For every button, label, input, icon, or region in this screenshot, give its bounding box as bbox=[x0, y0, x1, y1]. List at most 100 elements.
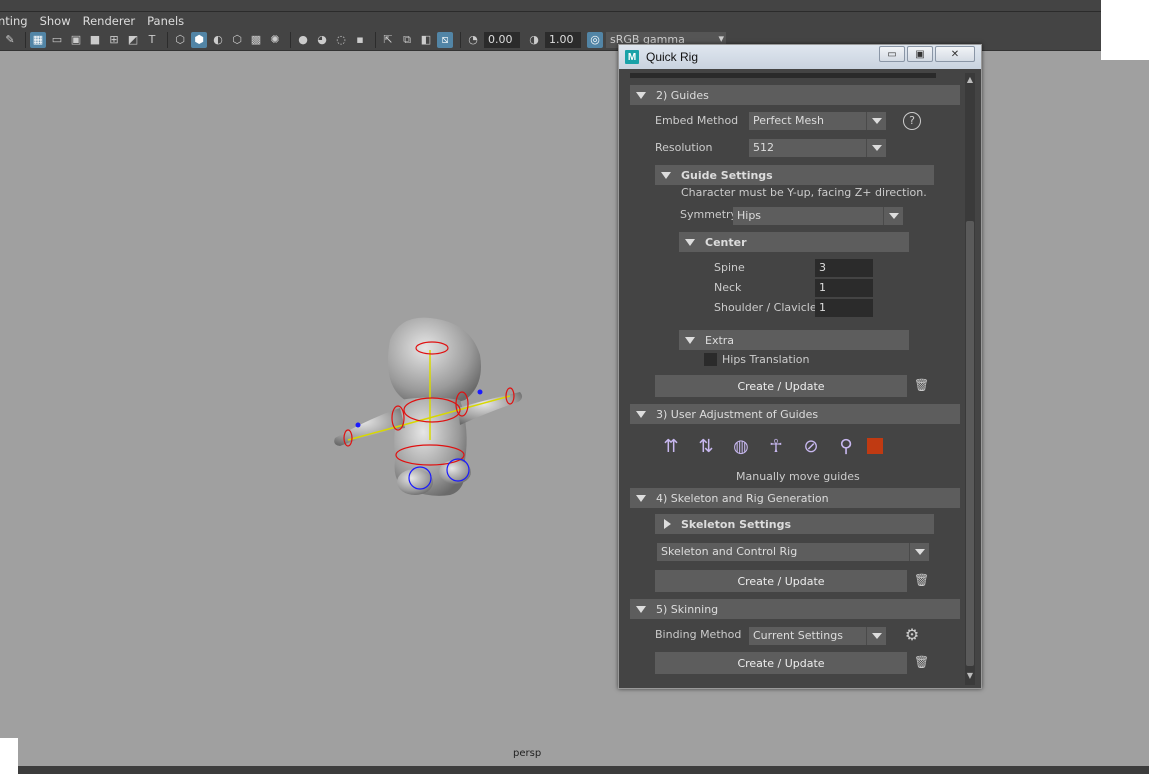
anti-aliasing-icon[interactable]: ▪ bbox=[352, 32, 368, 48]
viewport-bottom-border bbox=[18, 766, 1149, 774]
menu-lighting[interactable]: nting bbox=[0, 14, 36, 28]
maximize-button[interactable]: ▣ bbox=[907, 46, 933, 62]
expanded-triangle-icon bbox=[636, 605, 646, 613]
expanded-triangle-icon bbox=[685, 336, 695, 344]
minimize-button[interactable]: ▭ bbox=[879, 46, 905, 62]
exposure-icon[interactable]: ◔ bbox=[465, 32, 481, 48]
shoulder-count-field[interactable]: 1 bbox=[815, 299, 873, 317]
neck-label: Neck bbox=[714, 281, 742, 294]
window-titlebar[interactable]: M Quick Rig ▭ ▣ ✕ bbox=[619, 45, 981, 69]
select-guides-icon[interactable]: ⇈ bbox=[657, 433, 685, 459]
textured-icon[interactable]: ⬡ bbox=[229, 32, 245, 48]
close-button[interactable]: ✕ bbox=[935, 46, 975, 62]
resolution-dropdown[interactable]: 512 bbox=[749, 139, 886, 157]
section-guides-header[interactable]: 2) Guides bbox=[630, 85, 960, 105]
embed-method-dropdown[interactable]: Perfect Mesh bbox=[749, 112, 886, 130]
skeleton-type-dropdown[interactable]: Skeleton and Control Rig bbox=[657, 543, 929, 561]
checker-icon[interactable]: ▩ bbox=[248, 32, 264, 48]
blank-area bbox=[0, 738, 18, 774]
gamma-field[interactable]: 1.00 bbox=[545, 31, 581, 48]
center-header[interactable]: Center bbox=[679, 232, 909, 252]
xray-joints-icon[interactable]: ⧅ bbox=[437, 31, 453, 48]
smooth-shade-icon[interactable]: ⬢ bbox=[191, 31, 207, 48]
character-mesh[interactable] bbox=[320, 300, 540, 510]
trash-icon[interactable]: 🗑 bbox=[914, 655, 929, 671]
safe-action-icon[interactable]: ◩ bbox=[125, 32, 141, 48]
skinning-create-update-button[interactable]: Create / Update bbox=[655, 652, 907, 674]
section-skinning-header[interactable]: 5) Skinning bbox=[630, 599, 960, 619]
vertical-scrollbar[interactable]: ▲ ▼ bbox=[965, 73, 975, 685]
extra-title: Extra bbox=[705, 333, 735, 347]
panel-menubar: nting Show Renderer Panels bbox=[0, 12, 1101, 29]
hide-guides-icon[interactable]: ⊘ bbox=[797, 433, 825, 459]
exposure-field[interactable]: 0.00 bbox=[484, 31, 520, 48]
safe-title-icon[interactable]: T bbox=[144, 32, 160, 48]
scrollbar-thumb[interactable] bbox=[966, 221, 974, 666]
trash-icon[interactable]: 🗑 bbox=[914, 378, 929, 394]
binding-method-value: Current Settings bbox=[753, 629, 843, 642]
lights-icon[interactable]: ✺ bbox=[267, 32, 283, 48]
pencil-icon[interactable]: ✎ bbox=[2, 32, 18, 48]
chevron-down-icon bbox=[909, 543, 929, 561]
ambient-occlusion-icon[interactable]: ◕ bbox=[314, 32, 330, 48]
chevron-down-icon bbox=[866, 112, 886, 130]
scroll-up-icon[interactable]: ▲ bbox=[965, 75, 975, 85]
embed-method-value: Perfect Mesh bbox=[753, 114, 824, 127]
resolution-gate-icon[interactable]: ▣ bbox=[68, 32, 84, 48]
resolution-value: 512 bbox=[753, 141, 774, 154]
wireframe-on-shaded-icon[interactable]: ◐ bbox=[210, 32, 226, 48]
grid-icon[interactable]: ▦ bbox=[30, 31, 46, 48]
xray-guides-icon[interactable]: ⚲ bbox=[832, 433, 860, 459]
quick-rig-content: 2) Guides Embed Method Perfect Mesh ? Re… bbox=[627, 73, 973, 685]
hips-translation-checkbox[interactable] bbox=[704, 353, 717, 366]
help-icon[interactable]: ? bbox=[903, 112, 921, 130]
toolbar-separator bbox=[290, 31, 291, 48]
wireframe-icon[interactable]: ⬡ bbox=[172, 32, 188, 48]
blank-area bbox=[1101, 0, 1149, 60]
symmetry-dropdown[interactable]: Hips bbox=[733, 207, 903, 225]
guide-settings-header[interactable]: Guide Settings bbox=[655, 165, 934, 185]
show-guides-icon[interactable]: ☥ bbox=[762, 433, 790, 459]
extra-header[interactable]: Extra bbox=[679, 330, 909, 350]
scroll-down-icon[interactable]: ▼ bbox=[965, 671, 975, 681]
select-camera-icon[interactable]: ⇱ bbox=[380, 32, 396, 48]
guides-create-update-button[interactable]: Create / Update bbox=[655, 375, 907, 397]
symmetry-value: Hips bbox=[737, 209, 762, 222]
section-skinning-title: 5) Skinning bbox=[656, 602, 719, 616]
quick-rig-window: M Quick Rig ▭ ▣ ✕ 2) Guides Embed Method… bbox=[618, 44, 982, 689]
toolbar-separator bbox=[167, 31, 168, 48]
chevron-down-icon bbox=[866, 627, 886, 645]
neck-count-field[interactable]: 1 bbox=[815, 279, 873, 297]
toolbar-separator bbox=[375, 31, 376, 48]
guide-color-swatch[interactable] bbox=[867, 438, 883, 454]
spine-count-field[interactable]: 3 bbox=[815, 259, 873, 277]
gamma-icon[interactable]: ◑ bbox=[526, 32, 542, 48]
center-title: Center bbox=[705, 235, 747, 249]
spine-label: Spine bbox=[714, 261, 745, 274]
xray-icon[interactable]: ◧ bbox=[418, 32, 434, 48]
menu-renderer[interactable]: Renderer bbox=[83, 14, 144, 28]
motion-blur-icon[interactable]: ◌ bbox=[333, 32, 349, 48]
film-gate-icon[interactable]: ▭ bbox=[49, 32, 65, 48]
isolate-select-icon[interactable]: ⧉ bbox=[399, 32, 415, 48]
section-skeleton-header[interactable]: 4) Skeleton and Rig Generation bbox=[630, 488, 960, 508]
color-management-icon[interactable]: ◎ bbox=[587, 31, 603, 48]
binding-method-dropdown[interactable]: Current Settings bbox=[749, 627, 886, 645]
mirror-guides-icon[interactable]: ⇅ bbox=[692, 433, 720, 459]
skeleton-create-update-button[interactable]: Create / Update bbox=[655, 570, 907, 592]
gate-mask-icon[interactable]: ■ bbox=[87, 32, 103, 48]
field-chart-icon[interactable]: ⊞ bbox=[106, 32, 122, 48]
section-user-adjustment-header[interactable]: 3) User Adjustment of Guides bbox=[630, 404, 960, 424]
expanded-triangle-icon bbox=[636, 410, 646, 418]
gear-icon[interactable]: ⚙ bbox=[903, 626, 921, 644]
select-all-guides-icon[interactable]: ◍ bbox=[727, 433, 755, 459]
chevron-down-icon: ▾ bbox=[718, 31, 724, 45]
menu-panels[interactable]: Panels bbox=[147, 14, 192, 28]
trash-icon[interactable]: 🗑 bbox=[914, 573, 929, 589]
chevron-down-icon bbox=[866, 139, 886, 157]
skeleton-settings-header[interactable]: Skeleton Settings bbox=[655, 514, 934, 534]
shadows-icon[interactable]: ● bbox=[295, 32, 311, 48]
toolbar-separator bbox=[25, 31, 26, 48]
menu-show[interactable]: Show bbox=[40, 14, 79, 28]
expanded-triangle-icon bbox=[685, 238, 695, 246]
